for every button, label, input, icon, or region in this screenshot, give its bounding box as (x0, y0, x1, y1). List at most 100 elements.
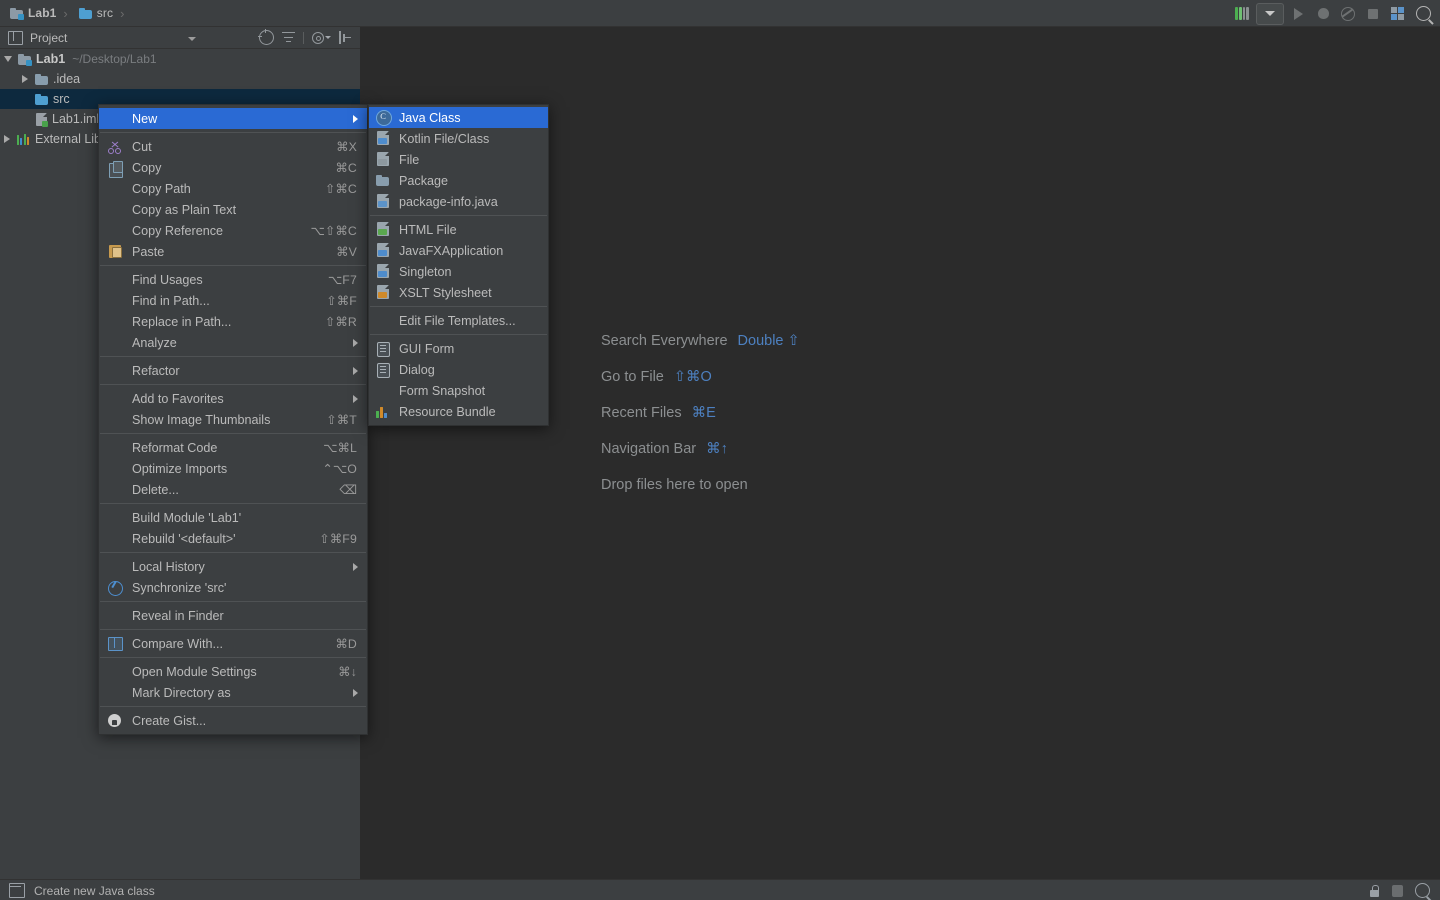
menu-item-local-history[interactable]: Local History (99, 556, 367, 577)
menu-item-label: Compare With... (132, 636, 223, 651)
menu-item-copy-reference[interactable]: Copy Reference ⌥⇧⌘C (99, 220, 367, 241)
empty-icon-slot (107, 531, 123, 546)
dialog-icon (375, 362, 391, 378)
debug-button[interactable] (1312, 4, 1334, 24)
menu-item-find-in-path[interactable]: Find in Path... ⇧⌘F (99, 290, 367, 311)
menu-item-reveal-in-finder[interactable]: Reveal in Finder (99, 605, 367, 626)
menu-item-open-module-settings[interactable]: Open Module Settings ⌘↓ (99, 661, 367, 682)
menu-item-new[interactable]: New (99, 108, 367, 129)
empty-icon-slot (107, 363, 123, 378)
menu-item-copy-as-plain-text[interactable]: Copy as Plain Text (99, 199, 367, 220)
submenu-item-form-snapshot[interactable]: Form Snapshot (369, 380, 548, 401)
hide-panel-icon[interactable] (339, 31, 352, 44)
stop-button[interactable] (1362, 4, 1384, 24)
menu-item-compare-with[interactable]: Compare With... ⌘D (99, 633, 367, 654)
hint-shortcut: ⌘↑ (706, 441, 728, 457)
empty-icon-slot (107, 685, 123, 700)
breadcrumb-separator: › (63, 5, 68, 21)
menu-item-rebuild[interactable]: Rebuild '<default>' ⇧⌘F9 (99, 528, 367, 549)
notification-icon[interactable] (1392, 884, 1403, 897)
submenu-item-kotlin[interactable]: Kotlin File/Class (369, 128, 548, 149)
menu-item-shortcut: ⌘D (335, 636, 357, 651)
submenu-item-resource-bundle[interactable]: Resource Bundle (369, 401, 548, 422)
submenu-item-singleton[interactable]: Singleton (369, 261, 548, 282)
submenu-item-package-info[interactable]: package-info.java (369, 191, 548, 212)
menu-item-mark-directory-as[interactable]: Mark Directory as (99, 682, 367, 703)
menu-item-add-to-favorites[interactable]: Add to Favorites (99, 388, 367, 409)
submenu-item-file[interactable]: File (369, 149, 548, 170)
menu-item-reformat-code[interactable]: Reformat Code ⌥⌘L (99, 437, 367, 458)
menu-item-paste[interactable]: Paste ⌘V (99, 241, 367, 262)
breadcrumb-separator-2: › (120, 5, 125, 21)
submenu-item-gui-form[interactable]: GUI Form (369, 338, 548, 359)
vcs-updates-button[interactable] (1231, 4, 1253, 24)
menu-item-refactor[interactable]: Refactor (99, 360, 367, 381)
expand-arrow-icon[interactable] (4, 135, 10, 143)
select-opened-file-icon[interactable] (258, 29, 274, 45)
menu-item-label: Rebuild '<default>' (132, 531, 236, 546)
menu-item-delete[interactable]: Delete... ⌫ (99, 479, 367, 500)
toolbar-divider (303, 31, 304, 44)
menu-item-label: Paste (132, 244, 165, 259)
submenu-item-java-class[interactable]: C Java Class (369, 107, 548, 128)
hint-go-to-file: Go to File ⇧⌘O (601, 359, 800, 395)
menu-item-show-image-thumbnails[interactable]: Show Image Thumbnails ⇧⌘T (99, 409, 367, 430)
menu-item-synchronize[interactable]: Synchronize 'src' (99, 577, 367, 598)
toolbar-right (1231, 0, 1434, 27)
tool-window-toggle-icon[interactable] (9, 883, 25, 898)
menu-item-label: Copy Reference (132, 223, 224, 238)
search-icon[interactable] (1415, 883, 1430, 898)
tree-label-lab1: Lab1 (36, 52, 66, 66)
submenu-item-dialog[interactable]: Dialog (369, 359, 548, 380)
menu-item-create-gist[interactable]: Create Gist... (99, 710, 367, 731)
submenu-item-edit-file-templates[interactable]: Edit File Templates... (369, 310, 548, 331)
menu-item-cut[interactable]: Cut ⌘X (99, 136, 367, 157)
breadcrumb-src-label: src (96, 6, 114, 20)
menu-separator (100, 384, 366, 385)
tree-row-idea[interactable]: .idea (0, 69, 360, 89)
source-folder-icon (78, 7, 92, 19)
run-button[interactable] (1287, 4, 1309, 24)
breadcrumb-module[interactable]: Lab1 (4, 3, 62, 23)
run-config-selector[interactable] (1256, 2, 1284, 25)
lock-icon[interactable] (1369, 884, 1380, 897)
expand-arrow-icon[interactable] (4, 56, 12, 62)
database-icon (1391, 7, 1405, 20)
submenu-item-html-file[interactable]: HTML File (369, 219, 548, 240)
view-mode-chevron-icon[interactable] (188, 37, 196, 41)
resource-bundle-icon (375, 404, 391, 419)
package-info-icon (375, 194, 391, 209)
breadcrumb-src[interactable]: src (73, 3, 119, 23)
database-button[interactable] (1387, 4, 1409, 24)
menu-item-find-usages[interactable]: Find Usages ⌥F7 (99, 269, 367, 290)
library-icon (17, 133, 30, 145)
submenu-item-package[interactable]: Package (369, 170, 548, 191)
menu-item-copy[interactable]: Copy ⌘C (99, 157, 367, 178)
compare-icon (107, 636, 123, 651)
menu-separator (100, 629, 366, 630)
empty-icon-slot (107, 335, 123, 350)
empty-icon-slot (107, 223, 123, 238)
empty-icon-slot (107, 440, 123, 455)
module-folder-icon (18, 53, 32, 66)
submenu-item-label: GUI Form (399, 341, 455, 356)
tree-label-iml: Lab1.iml (52, 112, 100, 126)
menu-item-copy-path[interactable]: Copy Path ⇧⌘C (99, 178, 367, 199)
empty-icon-slot (375, 313, 391, 328)
menu-item-shortcut: ⇧⌘F (326, 293, 357, 308)
menu-item-build-module[interactable]: Build Module 'Lab1' (99, 507, 367, 528)
menu-item-replace-in-path[interactable]: Replace in Path... ⇧⌘R (99, 311, 367, 332)
submenu-item-xslt-stylesheet[interactable]: XSLT Stylesheet (369, 282, 548, 303)
search-everywhere-button[interactable] (1412, 4, 1434, 24)
collapse-all-icon[interactable] (282, 31, 295, 44)
settings-gear-button[interactable] (312, 31, 331, 44)
menu-item-label: Refactor (132, 363, 180, 378)
coverage-button[interactable] (1337, 4, 1359, 24)
hint-label: Navigation Bar (601, 441, 697, 457)
submenu-item-javafx-application[interactable]: JavaFXApplication (369, 240, 548, 261)
empty-icon-slot (107, 664, 123, 679)
menu-item-analyze[interactable]: Analyze (99, 332, 367, 353)
menu-item-optimize-imports[interactable]: Optimize Imports ⌃⌥O (99, 458, 367, 479)
tree-row-lab1[interactable]: Lab1 ~/Desktop/Lab1 (0, 49, 360, 69)
expand-arrow-icon[interactable] (22, 75, 28, 83)
